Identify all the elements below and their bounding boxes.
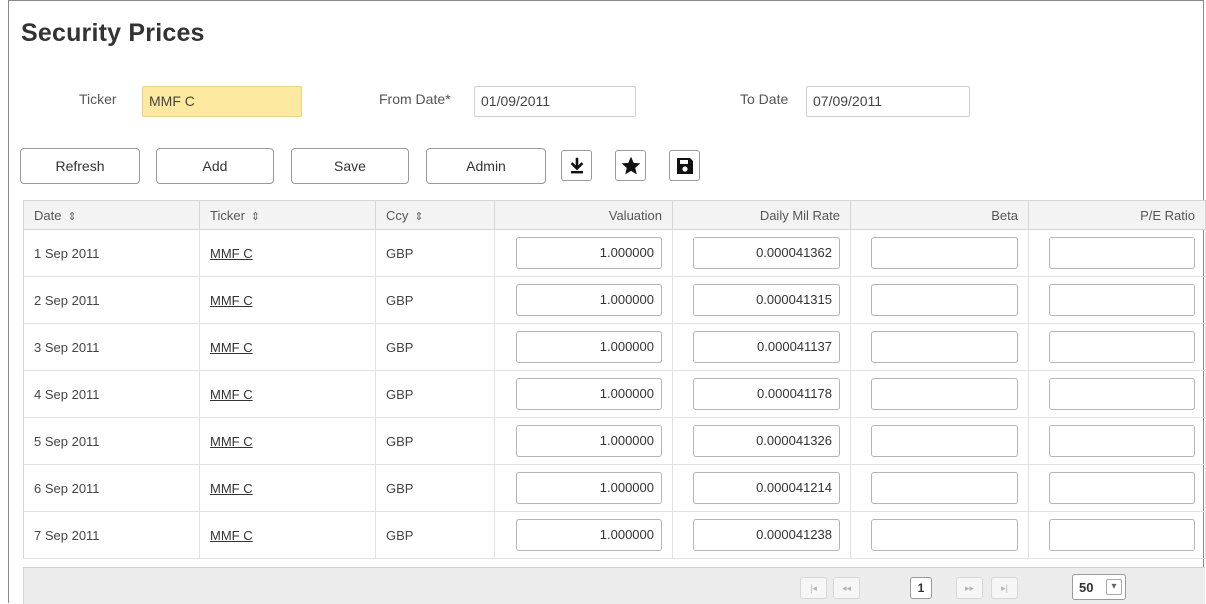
column-header-daily-mil-rate[interactable]: Daily Mil Rate bbox=[672, 200, 851, 230]
floppy-disk-icon bbox=[676, 157, 693, 174]
beta-input[interactable] bbox=[871, 237, 1018, 269]
daily-mil-rate-input[interactable]: 0.000041137 bbox=[693, 331, 840, 363]
daily-mil-rate-input[interactable]: 0.000041362 bbox=[693, 237, 840, 269]
column-header-ticker[interactable]: Ticker ⇕ bbox=[199, 200, 376, 230]
ticker-link[interactable]: MMF C bbox=[210, 528, 253, 543]
currency-cell: GBP bbox=[386, 433, 414, 449]
from-date-input[interactable]: 01/09/2011 bbox=[474, 86, 636, 117]
table-row: 6 Sep 2011 MMF C GBP 1.000000 0.000041214 bbox=[23, 464, 1206, 512]
page-size-value: 50 bbox=[1079, 580, 1094, 595]
date-cell: 4 Sep 2011 bbox=[34, 386, 100, 402]
to-date-input[interactable]: 07/09/2011 bbox=[806, 86, 970, 117]
refresh-button[interactable]: Refresh bbox=[20, 148, 140, 184]
ticker-link[interactable]: MMF C bbox=[210, 434, 253, 449]
date-cell: 6 Sep 2011 bbox=[34, 480, 100, 496]
beta-input[interactable] bbox=[871, 284, 1018, 316]
date-cell: 5 Sep 2011 bbox=[34, 433, 100, 449]
currency-cell: GBP bbox=[386, 480, 414, 496]
column-header-ccy[interactable]: Ccy ⇕ bbox=[375, 200, 495, 230]
valuation-input[interactable]: 1.000000 bbox=[516, 378, 662, 410]
to-date-label: To Date bbox=[740, 91, 789, 107]
column-header-pe-ratio[interactable]: P/E Ratio bbox=[1028, 200, 1206, 230]
daily-mil-rate-input[interactable]: 0.000041315 bbox=[693, 284, 840, 316]
sort-icon: ⇕ bbox=[250, 210, 261, 223]
beta-input[interactable] bbox=[871, 425, 1018, 457]
table-row: 4 Sep 2011 MMF C GBP 1.000000 0.000041178 bbox=[23, 370, 1206, 418]
pe-ratio-input[interactable] bbox=[1049, 284, 1195, 316]
download-icon bbox=[570, 157, 583, 173]
from-date-label: From Date* bbox=[379, 91, 451, 107]
column-header-valuation[interactable]: Valuation bbox=[494, 200, 673, 230]
currency-cell: GBP bbox=[386, 292, 414, 308]
beta-input[interactable] bbox=[871, 331, 1018, 363]
currency-cell: GBP bbox=[386, 245, 414, 261]
beta-input[interactable] bbox=[871, 472, 1018, 504]
table-row: 5 Sep 2011 MMF C GBP 1.000000 0.000041326 bbox=[23, 417, 1206, 465]
table-row: 7 Sep 2011 MMF C GBP 1.000000 0.000041238 bbox=[23, 511, 1206, 559]
pe-ratio-input[interactable] bbox=[1049, 331, 1195, 363]
currency-cell: GBP bbox=[386, 339, 414, 355]
ticker-link[interactable]: MMF C bbox=[210, 481, 253, 496]
sort-icon: ⇕ bbox=[67, 210, 77, 223]
currency-cell: GBP bbox=[386, 386, 414, 402]
date-cell: 3 Sep 2011 bbox=[34, 339, 100, 355]
valuation-input[interactable]: 1.000000 bbox=[516, 284, 662, 316]
pager-bar: |◂ ◂◂ 1 ▸▸ ▸| 50 ▾ bbox=[23, 567, 1205, 604]
daily-mil-rate-input[interactable]: 0.000041238 bbox=[693, 519, 840, 551]
table-row: 1 Sep 2011 MMF C GBP 1.000000 0.000041362 bbox=[23, 229, 1206, 277]
download-button[interactable] bbox=[561, 150, 592, 181]
ticker-label: Ticker bbox=[79, 91, 117, 107]
first-page-button[interactable]: |◂ bbox=[800, 577, 827, 599]
valuation-input[interactable]: 1.000000 bbox=[516, 331, 662, 363]
table-header-row: Date ⇕ Ticker ⇕ Ccy ⇕ Valuation Daily Mil R… bbox=[23, 200, 1206, 230]
date-cell: 2 Sep 2011 bbox=[34, 292, 100, 308]
currency-cell: GBP bbox=[386, 527, 414, 543]
beta-input[interactable] bbox=[871, 378, 1018, 410]
table-row: 3 Sep 2011 MMF C GBP 1.000000 0.000041137 bbox=[23, 323, 1206, 371]
valuation-input[interactable]: 1.000000 bbox=[516, 237, 662, 269]
daily-mil-rate-input[interactable]: 0.000041326 bbox=[693, 425, 840, 457]
sort-icon: ⇕ bbox=[414, 210, 424, 223]
daily-mil-rate-input[interactable]: 0.000041178 bbox=[693, 378, 840, 410]
next-page-button[interactable]: ▸▸ bbox=[956, 577, 983, 599]
chevron-down-icon: ▾ bbox=[1106, 579, 1122, 595]
ticker-input[interactable]: MMF C bbox=[142, 86, 302, 117]
column-header-date[interactable]: Date ⇕ bbox=[23, 200, 200, 230]
last-page-button[interactable]: ▸| bbox=[991, 577, 1018, 599]
ticker-link[interactable]: MMF C bbox=[210, 246, 253, 261]
daily-mil-rate-input[interactable]: 0.000041214 bbox=[693, 472, 840, 504]
pe-ratio-input[interactable] bbox=[1049, 425, 1195, 457]
favourite-button[interactable] bbox=[615, 150, 646, 181]
beta-input[interactable] bbox=[871, 519, 1018, 551]
column-header-beta[interactable]: Beta bbox=[850, 200, 1029, 230]
security-prices-panel: Security Prices Ticker MMF C From Date* … bbox=[8, 0, 1206, 604]
star-icon bbox=[621, 156, 640, 174]
admin-button[interactable]: Admin bbox=[426, 148, 546, 184]
page-size-select[interactable]: 50 ▾ bbox=[1072, 574, 1126, 600]
date-cell: 1 Sep 2011 bbox=[34, 245, 100, 261]
add-button[interactable]: Add bbox=[156, 148, 274, 184]
valuation-input[interactable]: 1.000000 bbox=[516, 425, 662, 457]
pe-ratio-input[interactable] bbox=[1049, 472, 1195, 504]
date-cell: 7 Sep 2011 bbox=[34, 527, 100, 543]
valuation-input[interactable]: 1.000000 bbox=[516, 472, 662, 504]
current-page-button[interactable]: 1 bbox=[910, 577, 932, 599]
ticker-link[interactable]: MMF C bbox=[210, 387, 253, 402]
pe-ratio-input[interactable] bbox=[1049, 378, 1195, 410]
previous-page-button[interactable]: ◂◂ bbox=[833, 577, 860, 599]
ticker-link[interactable]: MMF C bbox=[210, 293, 253, 308]
save-view-button[interactable] bbox=[669, 150, 700, 181]
page-title: Security Prices bbox=[21, 19, 205, 47]
prices-table: Date ⇕ Ticker ⇕ Ccy ⇕ Valuation Daily Mil R… bbox=[23, 200, 1206, 559]
pe-ratio-input[interactable] bbox=[1049, 237, 1195, 269]
ticker-link[interactable]: MMF C bbox=[210, 340, 253, 355]
save-button[interactable]: Save bbox=[291, 148, 409, 184]
valuation-input[interactable]: 1.000000 bbox=[516, 519, 662, 551]
pe-ratio-input[interactable] bbox=[1049, 519, 1195, 551]
table-row: 2 Sep 2011 MMF C GBP 1.000000 0.000041315 bbox=[23, 276, 1206, 324]
